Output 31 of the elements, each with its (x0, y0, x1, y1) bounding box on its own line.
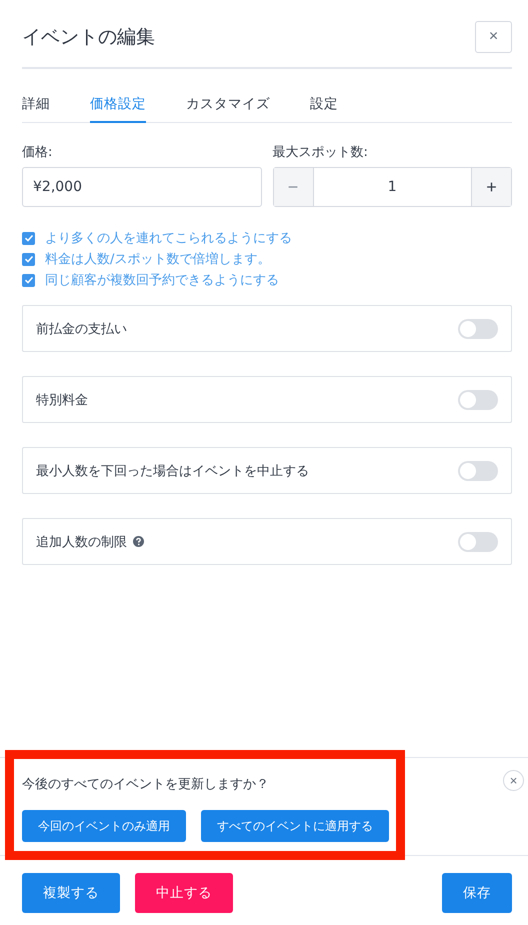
tab[interactable]: 設定 (310, 95, 338, 123)
field-label: 最大スポット数: (272, 144, 369, 161)
checkbox[interactable] (22, 274, 35, 286)
apply-button[interactable]: すべてのイベントに適用する (201, 810, 389, 842)
field-label: 価格: (22, 144, 54, 161)
checkbox-label: 料金は人数/スポット数で倍増します。 (45, 250, 270, 268)
setting-label: 特別料金 (36, 392, 88, 408)
checkbox-label: 同じ顧客が複数回予約できるようにする (45, 272, 279, 289)
price-field[interactable]: ¥2,000 (22, 167, 262, 207)
banner-question: 今後のすべてのイベントを更新しますか？ (22, 776, 270, 793)
close-button[interactable]: × (503, 770, 524, 791)
help-icon[interactable] (133, 536, 144, 547)
checkbox[interactable] (22, 252, 35, 266)
checkbox-label: より多くの人を連れてこられるようにする (45, 230, 292, 247)
footer-button[interactable]: 複製する (22, 873, 120, 913)
toggle-switch[interactable] (458, 532, 498, 552)
dialog-title: イベントの編集 (22, 25, 155, 50)
setting-label: 最小人数を下回った場合はイベントを中止する (36, 462, 309, 480)
toggle-switch[interactable] (458, 318, 498, 338)
checkbox[interactable] (22, 232, 35, 244)
toggle-switch[interactable] (458, 390, 498, 410)
close-button[interactable]: × (475, 21, 512, 53)
footer-button[interactable]: 保存 (442, 873, 512, 913)
tab[interactable]: 詳細 (22, 95, 50, 123)
footer-button[interactable]: 中止する (135, 873, 233, 913)
apply-button[interactable]: 今回のイベントのみ適用 (22, 810, 186, 842)
tab[interactable]: 価格設定 (90, 95, 146, 123)
setting-label: 追加人数の制限 (36, 534, 127, 550)
tab[interactable]: カスタマイズ (186, 95, 270, 123)
toggle-switch[interactable] (458, 460, 498, 480)
setting-label: 前払金の支払い (36, 320, 127, 338)
